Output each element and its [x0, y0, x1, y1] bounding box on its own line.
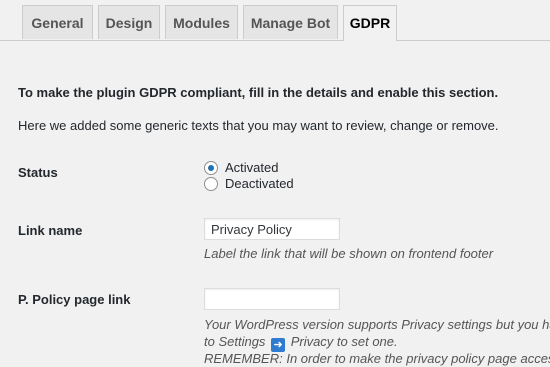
gdpr-intro-text: Here we added some generic texts that yo… — [18, 118, 499, 133]
gdpr-intro-heading: To make the plugin GDPR compliant, fill … — [18, 85, 499, 100]
tab-general[interactable]: General — [22, 5, 93, 39]
policy-remember-note: REMEMBER: In order to make the privacy p… — [204, 351, 550, 366]
policy-settings-hint: to Settings ➜ Privacy to set one. — [204, 334, 398, 352]
tab-design[interactable]: Design — [98, 5, 160, 39]
policy-page-link-description: Your WordPress version supports Privacy … — [204, 317, 550, 332]
status-label: Status — [18, 165, 58, 180]
policy-page-link-input[interactable] — [204, 288, 340, 310]
tab-bar: General Design Modules Manage Bot GDPR — [0, 0, 550, 41]
link-name-description: Label the link that will be shown on fro… — [204, 246, 494, 261]
deactivated-radio-label: Deactivated — [225, 176, 294, 191]
settings-hint-before: to Settings — [204, 334, 266, 349]
tab-manage-bot[interactable]: Manage Bot — [243, 5, 338, 39]
policy-page-link-label: P. Policy page link — [18, 292, 131, 307]
activated-radio[interactable] — [204, 161, 218, 175]
tab-modules[interactable]: Modules — [165, 5, 238, 39]
activated-radio-label: Activated — [225, 160, 279, 175]
link-name-label: Link name — [18, 223, 83, 238]
tab-gdpr[interactable]: GDPR — [343, 5, 397, 41]
settings-hint-after: Privacy to set one. — [290, 334, 398, 349]
right-arrow-icon: ➜ — [271, 338, 286, 352]
deactivated-radio[interactable] — [204, 177, 218, 191]
link-name-input[interactable] — [204, 218, 340, 240]
